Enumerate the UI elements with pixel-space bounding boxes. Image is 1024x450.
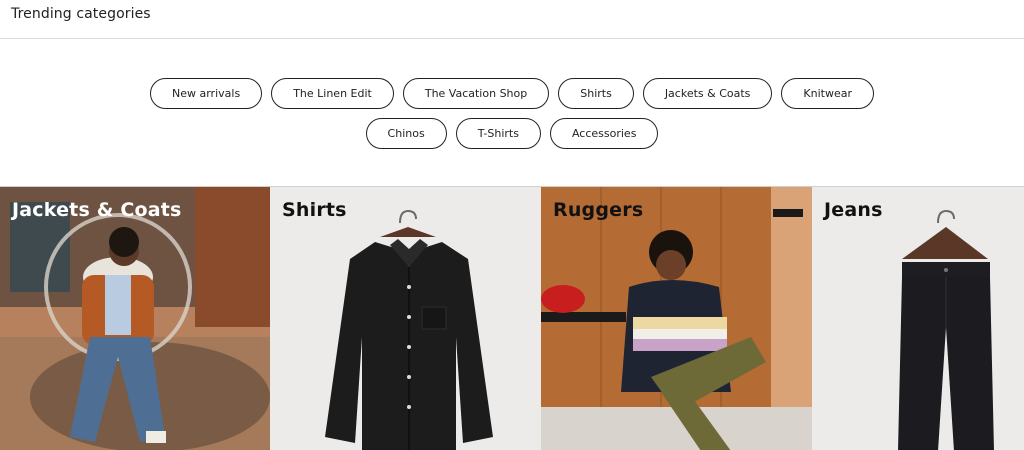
pill-new-arrivals[interactable]: New arrivals <box>150 78 263 109</box>
model-in-rugby-sweater-photo <box>541 187 812 450</box>
card-shirts[interactable]: Shirts <box>270 187 541 450</box>
pill-chinos[interactable]: Chinos <box>365 118 447 149</box>
pill-row-2: Chinos T-Shirts Accessories <box>0 118 1024 149</box>
pill-shirts[interactable]: Shirts <box>558 78 634 109</box>
card-label: Ruggers <box>553 199 644 221</box>
pill-linen-edit[interactable]: The Linen Edit <box>271 78 394 109</box>
card-ruggers[interactable]: Ruggers <box>541 187 812 450</box>
pill-t-shirts[interactable]: T-Shirts <box>455 118 541 149</box>
pill-vacation-shop[interactable]: The Vacation Shop <box>402 78 550 109</box>
section-header: Trending categories <box>0 0 1024 39</box>
card-label: Shirts <box>282 199 347 221</box>
card-label: Jeans <box>824 199 883 221</box>
card-label: Jackets & Coats <box>12 199 182 221</box>
category-pills: New arrivals The Linen Edit The Vacation… <box>0 78 1024 158</box>
model-in-bubble-chair-photo <box>0 187 270 450</box>
section-title: Trending categories <box>11 6 151 22</box>
pill-row-1: New arrivals The Linen Edit The Vacation… <box>0 78 1024 109</box>
card-jackets-coats[interactable]: Jackets & Coats <box>0 187 270 450</box>
black-shirt-on-hanger-photo <box>270 187 541 450</box>
card-jeans[interactable]: Jeans <box>812 187 1024 450</box>
category-cards: Jackets & Coats Shirts Ruggers Jeans <box>0 186 1024 450</box>
black-jeans-on-hanger-photo <box>812 187 1024 450</box>
pill-jackets-coats[interactable]: Jackets & Coats <box>642 78 773 109</box>
pill-knitwear[interactable]: Knitwear <box>781 78 874 109</box>
pill-accessories[interactable]: Accessories <box>549 118 659 149</box>
